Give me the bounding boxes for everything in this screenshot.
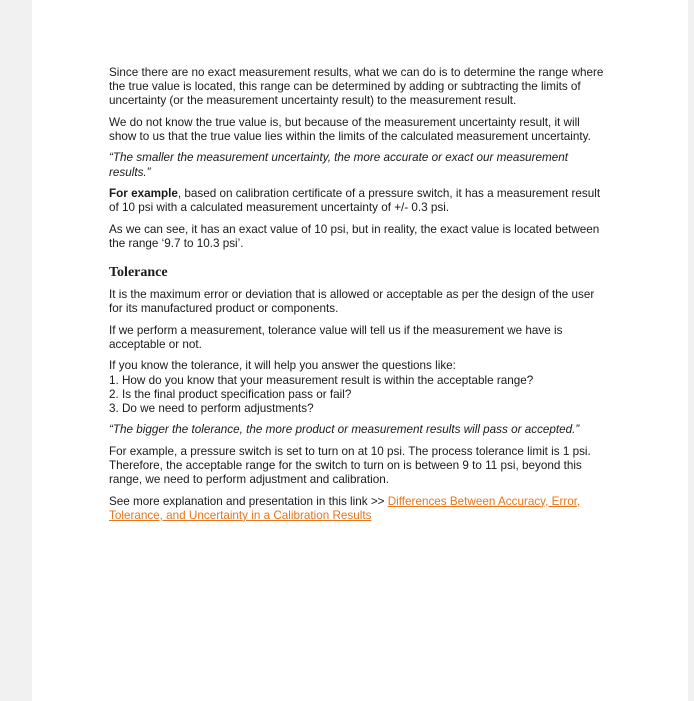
example-lead: For example [109, 187, 178, 201]
paragraph-tolerance-definition: It is the maximum error or deviation tha… [109, 288, 595, 316]
paragraph-exact-value-range: As we can see, it has an exact value of … [109, 222, 600, 250]
quote-uncertainty: “The smaller the measurement uncertainty… [109, 151, 569, 179]
question-item: 2. Is the final product specification pa… [109, 387, 352, 401]
see-more-paragraph: See more explanation and presentation in… [109, 495, 609, 523]
document-body: Since there are no exact measurement res… [109, 66, 609, 530]
tolerance-heading: Tolerance [109, 265, 168, 281]
paragraph-example-pressure-switch: For example, based on calibration certif… [109, 187, 609, 215]
question-item: 1. How do you know that your measurement… [109, 373, 534, 387]
question-item: 3. Do we need to perform adjustments? [109, 401, 314, 415]
questions-list: If you know the tolerance, it will help … [109, 359, 609, 415]
questions-intro: If you know the tolerance, it will help … [109, 359, 456, 373]
paragraph-example-tolerance: For example, a pressure switch is set to… [109, 444, 591, 487]
paragraph-uncertainty-limits: We do not know the true value is, but be… [109, 115, 591, 143]
paragraph-true-value-range: Since there are no exact measurement res… [109, 66, 604, 108]
paragraph-tolerance-acceptable: If we perform a measurement, tolerance v… [109, 323, 563, 351]
document-page: Since there are no exact measurement res… [32, 0, 688, 701]
example-text: , based on calibration certificate of a … [109, 187, 601, 215]
see-more-prefix: See more explanation and presentation in… [109, 494, 388, 508]
quote-tolerance: “The bigger the tolerance, the more prod… [109, 423, 580, 437]
